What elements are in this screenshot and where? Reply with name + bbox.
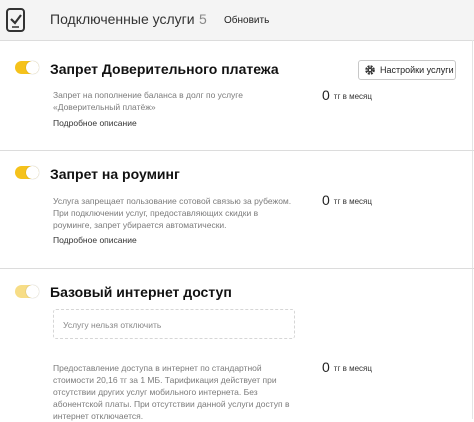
service-description: Услуга запрещает пользование сотовой свя… <box>53 196 292 230</box>
details-link[interactable]: Подробное описание <box>53 118 137 128</box>
service-price: 0 тг в месяц <box>322 359 372 375</box>
details-link[interactable]: Подробное описание <box>53 235 137 245</box>
refresh-link[interactable]: Обновить <box>224 15 269 26</box>
settings-button-label: Настройки услуги <box>380 65 454 75</box>
service-description: Предоставление доступа в интернет по ста… <box>53 363 290 421</box>
service-divider <box>0 268 474 269</box>
page-header: Подключенные услуги 5 Обновить <box>0 0 474 41</box>
service-toggle-disabled <box>15 285 39 298</box>
service-divider <box>0 150 474 151</box>
toggle-knob <box>26 285 39 298</box>
service-title: Запрет на роуминг <box>50 166 180 182</box>
service-toggle[interactable] <box>15 166 39 179</box>
service-settings-button[interactable]: Настройки услуги <box>358 60 456 80</box>
toggle-knob <box>26 61 39 74</box>
toggle-knob <box>26 166 39 179</box>
service-toggle[interactable] <box>15 61 39 74</box>
phone-check-icon <box>4 7 28 33</box>
service-title: Базовый интернет доступ <box>50 284 232 300</box>
services-count: 5 <box>199 11 207 27</box>
service-price: 0 тг в месяц <box>322 87 372 103</box>
service-title: Запрет Доверительного платежа <box>50 61 279 77</box>
panel-edge <box>472 40 473 419</box>
page-title: Подключенные услуги <box>50 11 195 27</box>
service-price: 0 тг в месяц <box>322 192 372 208</box>
locked-notice: Услугу нельзя отключить <box>53 309 295 339</box>
service-description: Запрет на пополнение баланса в долг по у… <box>53 90 243 112</box>
gear-icon <box>364 64 376 76</box>
